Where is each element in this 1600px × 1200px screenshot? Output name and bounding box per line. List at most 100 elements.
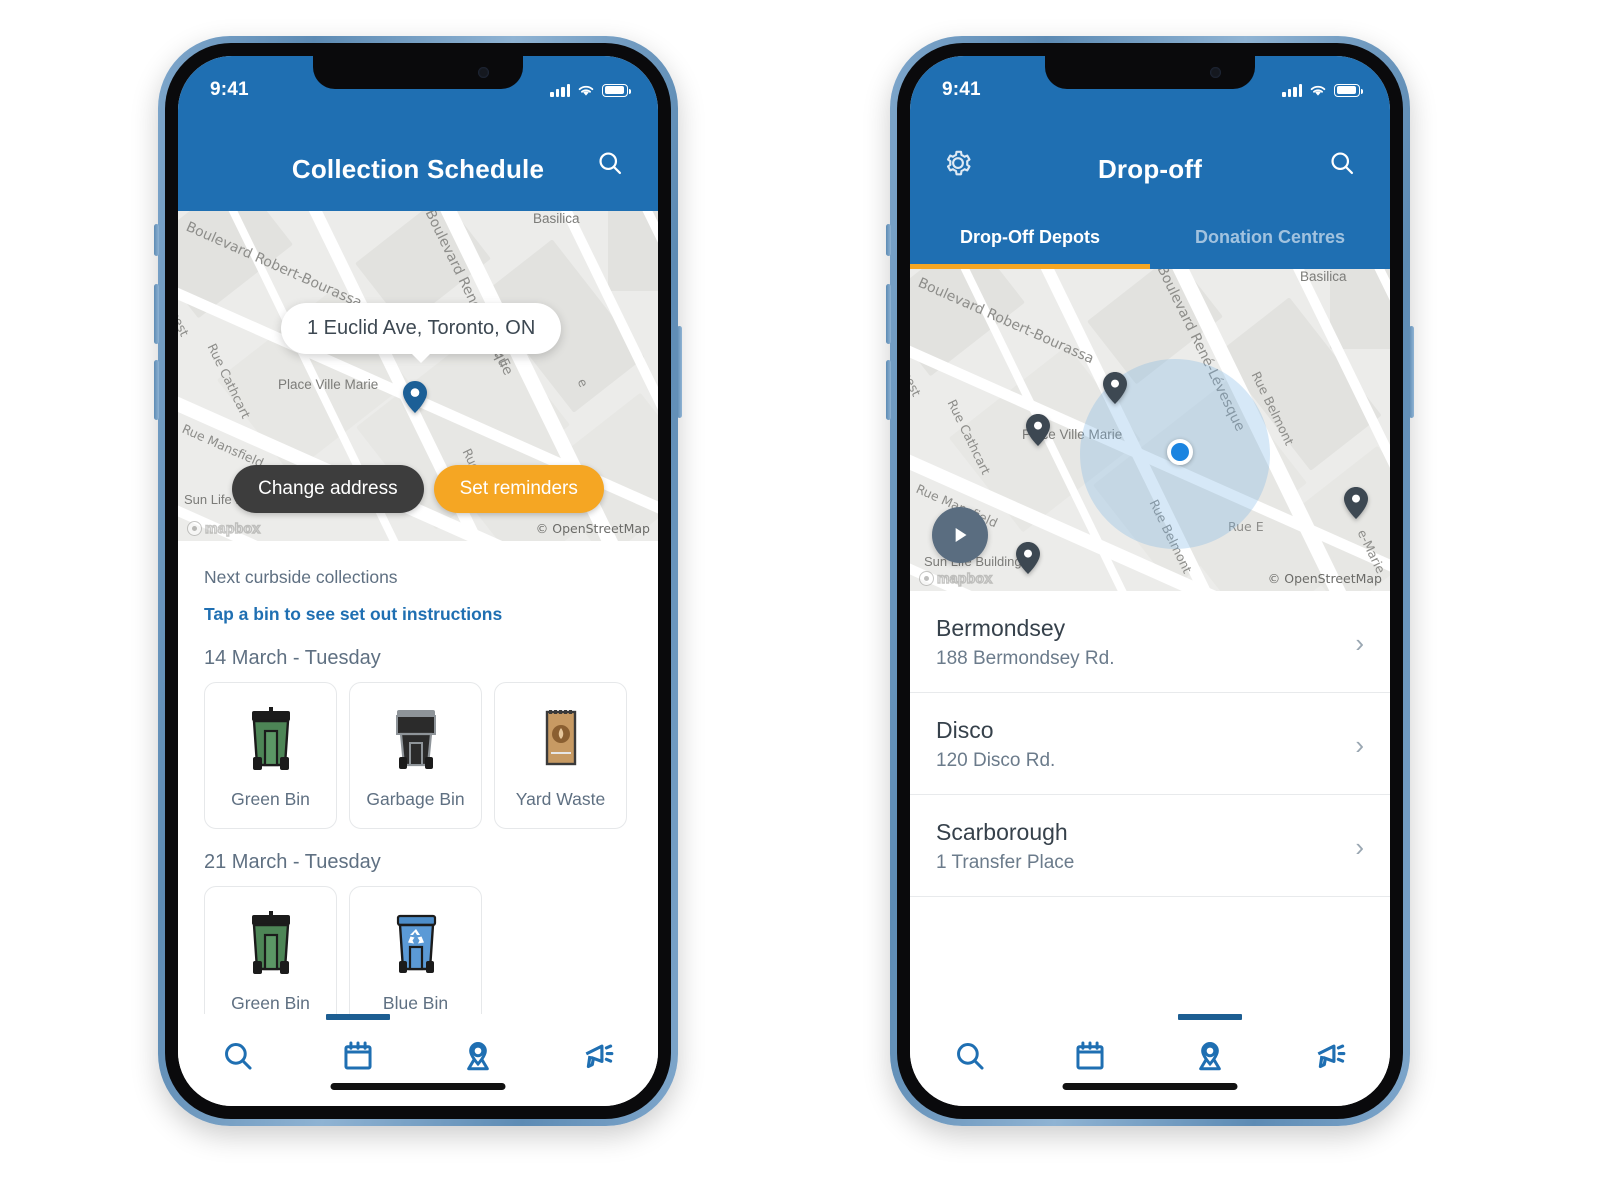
- map-pin-icon[interactable]: [1344, 487, 1368, 519]
- map-right[interactable]: Boulevard Robert-Bourassa Boulevard René…: [910, 269, 1390, 591]
- chevron-right-icon: ›: [1355, 627, 1364, 658]
- locate-me-button[interactable]: [932, 507, 988, 563]
- settings-button[interactable]: [936, 141, 980, 185]
- bin-row: Green Bin: [178, 886, 658, 1033]
- bottom-nav-right: [910, 1014, 1390, 1106]
- place-label: Basilica: [533, 211, 580, 226]
- home-indicator: [330, 1083, 506, 1090]
- notch: [1045, 56, 1255, 89]
- bin-card-blue[interactable]: Blue Bin: [349, 886, 482, 1033]
- bin-card-garbage[interactable]: Garbage Bin: [349, 682, 482, 829]
- bin-label: Yard Waste: [515, 789, 606, 809]
- map-pin-icon[interactable]: [1103, 372, 1127, 404]
- phone-left: 9:41 Collection Schedule Boulevard Rober…: [154, 36, 682, 1126]
- map-left[interactable]: Boulevard Robert-Bourassa Boulevard René…: [178, 211, 658, 541]
- volume-up-button[interactable]: [886, 284, 891, 344]
- mute-switch[interactable]: [886, 224, 891, 256]
- nav-item-alerts[interactable]: [538, 1030, 658, 1082]
- schedule-content: Next curbside collections Tap a bin to s…: [178, 541, 658, 1033]
- phone-screen-right: 9:41 Drop-off Drop-Off Depots Donation C…: [910, 56, 1390, 1106]
- status-time: 9:41: [210, 79, 249, 100]
- nav-item-dropoff[interactable]: [418, 1030, 538, 1082]
- set-reminders-button[interactable]: Set reminders: [433, 465, 604, 513]
- status-icons: [550, 72, 632, 97]
- mapbox-wordmark: mapbox: [936, 569, 993, 586]
- depot-address: 188 Bermondsey Rd.: [936, 648, 1115, 669]
- wifi-icon: [1310, 85, 1326, 96]
- depot-text: Scarborough 1 Transfer Place: [936, 819, 1074, 874]
- nav-item-schedule[interactable]: [298, 1014, 418, 1082]
- volume-down-button[interactable]: [886, 360, 891, 420]
- mapbox-logo: mapbox: [919, 569, 993, 587]
- power-button[interactable]: [677, 326, 682, 418]
- bin-label: Garbage Bin: [366, 789, 465, 809]
- phone-bezel: 9:41 Drop-off Drop-Off Depots Donation C…: [897, 43, 1403, 1119]
- nav-item-dropoff[interactable]: [1150, 1014, 1270, 1082]
- mapbox-logo: mapbox: [187, 519, 261, 537]
- nav-item-schedule[interactable]: [1030, 1030, 1150, 1082]
- calendar-icon: [344, 1041, 372, 1070]
- map-pin-icon: [1199, 1042, 1221, 1071]
- list-item[interactable]: Scarborough 1 Transfer Place ›: [910, 795, 1390, 897]
- depot-address: 1 Transfer Place: [936, 852, 1075, 873]
- nav-item-alerts[interactable]: [1270, 1030, 1390, 1082]
- list-item[interactable]: Disco 120 Disco Rd. ›: [910, 693, 1390, 795]
- search-button[interactable]: [1320, 141, 1364, 185]
- map-attribution: © OpenStreetMap: [535, 521, 650, 536]
- bin-card-green-2[interactable]: Green Bin: [204, 886, 337, 1033]
- megaphone-icon: [1317, 1044, 1346, 1069]
- megaphone-icon: [585, 1044, 614, 1069]
- phone-right: 9:41 Drop-off Drop-Off Depots Donation C…: [886, 36, 1414, 1126]
- battery-icon: [1334, 83, 1364, 97]
- user-location-dot: [1167, 439, 1193, 465]
- segment-tabs: Drop-Off Depots Donation Centres: [910, 211, 1390, 269]
- map-pin-icon[interactable]: [403, 381, 427, 413]
- page-title: Drop-off: [1097, 154, 1203, 184]
- mute-switch[interactable]: [154, 224, 159, 256]
- bin-card-green[interactable]: Green Bin: [204, 682, 337, 829]
- day-label: 21 March - Tuesday: [204, 851, 381, 873]
- volume-up-button[interactable]: [154, 284, 159, 344]
- screenshot-stage: 9:41 Collection Schedule Boulevard Rober…: [0, 0, 1600, 1200]
- phone-screen-left: 9:41 Collection Schedule Boulevard Rober…: [178, 56, 658, 1106]
- nav-item-search[interactable]: [178, 1030, 298, 1082]
- volume-down-button[interactable]: [154, 360, 159, 420]
- gear-icon: [946, 150, 971, 176]
- status-icons: [1282, 72, 1364, 97]
- change-address-button[interactable]: Change address: [232, 465, 424, 513]
- page-title: Collection Schedule: [291, 154, 545, 184]
- search-button[interactable]: [588, 141, 632, 185]
- depot-text: Bermondsey 188 Bermondsey Rd.: [936, 615, 1115, 670]
- front-camera-icon: [1210, 67, 1221, 78]
- garbage-bin-icon: [385, 701, 447, 779]
- active-tab-indicator: [326, 1014, 390, 1020]
- map-attribution: © OpenStreetMap: [1267, 571, 1382, 586]
- mapbox-mark-icon: [919, 570, 934, 586]
- power-button[interactable]: [1409, 326, 1414, 418]
- calendar-icon: [1076, 1041, 1104, 1070]
- blue-recycling-bin-icon: [385, 905, 447, 983]
- bin-label: Green Bin: [231, 993, 310, 1013]
- depot-name: Bermondsey: [936, 615, 1066, 641]
- mapbox-mark-icon: [187, 520, 202, 536]
- map-pin-icon: [467, 1042, 489, 1071]
- tab-donation-centres[interactable]: Donation Centres: [1150, 211, 1390, 269]
- search-icon: [957, 1043, 984, 1070]
- bin-card-yard-waste[interactable]: Yard Waste: [494, 682, 627, 829]
- phone-bezel: 9:41 Collection Schedule Boulevard Rober…: [165, 43, 671, 1119]
- map-pin-icon[interactable]: [1026, 414, 1050, 446]
- list-item[interactable]: Bermondsey 188 Bermondsey Rd. ›: [910, 591, 1390, 693]
- map-pin-icon[interactable]: [1016, 542, 1040, 574]
- day-label: 14 March - Tuesday: [204, 647, 381, 669]
- tab-drop-off-depots[interactable]: Drop-Off Depots: [910, 211, 1150, 269]
- front-camera-icon: [478, 67, 489, 78]
- yard-waste-bag-icon: [530, 701, 592, 779]
- set-out-instructions-link[interactable]: Tap a bin to see set out instructions: [178, 588, 658, 625]
- status-time: 9:41: [942, 79, 981, 100]
- address-bubble[interactable]: 1 Euclid Ave, Toronto, ON: [281, 303, 562, 354]
- home-indicator: [1062, 1083, 1238, 1090]
- place-label: Basilica: [1300, 269, 1347, 284]
- chevron-right-icon: ›: [1355, 831, 1364, 862]
- nav-item-search[interactable]: [910, 1030, 1030, 1082]
- map-action-row: Change address Set reminders: [178, 465, 658, 513]
